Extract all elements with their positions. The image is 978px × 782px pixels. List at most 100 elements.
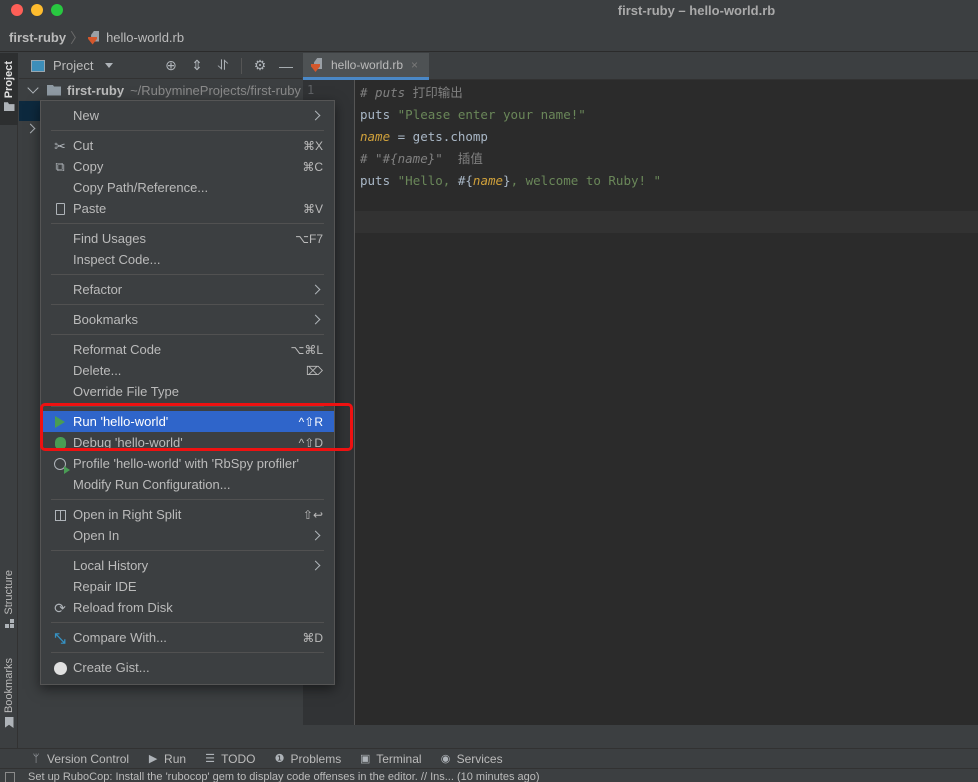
menu-item-label: Modify Run Configuration... [73, 477, 231, 492]
chevron-down-icon[interactable] [105, 63, 114, 68]
menu-item-label: Reformat Code [73, 342, 162, 357]
menu-item-paste[interactable]: Paste ⌘V [41, 198, 334, 219]
menu-item-compare-with[interactable]: ⤡ Compare With... ⌘D [41, 627, 334, 648]
vcs-icon: ᛘ [32, 752, 40, 765]
editor-tab-bar: hello-world.rb × [303, 53, 978, 80]
stripe-tab-structure[interactable]: Structure [0, 570, 18, 640]
menu-item-label: Repair IDE [73, 579, 137, 594]
menu-item-run-hello-world[interactable]: Run 'hello-world' ^⇧R [41, 411, 334, 432]
menu-separator [41, 648, 334, 657]
tab-hello-world[interactable]: hello-world.rb × [303, 53, 429, 80]
menu-item-cut[interactable]: ✂ Cut ⌘X [41, 135, 334, 156]
tool-window-terminal[interactable]: ▣ Terminal [359, 751, 422, 766]
code-token-str: "Hello, [397, 173, 458, 188]
code-content[interactable]: # puts 打印输出 puts "Please enter your name!… [360, 82, 661, 192]
code-editor[interactable]: 1 # puts 打印输出 puts "Please enter your nam… [303, 80, 978, 725]
code-token-comment-cjk: 插值 [457, 151, 483, 166]
menu-item-inspect-code[interactable]: Inspect Code... [41, 249, 334, 270]
compare-icon: ⤡ [54, 629, 66, 646]
menu-item-shortcut: ⌘D [302, 630, 323, 645]
structure-icon [4, 618, 14, 628]
tool-window-run[interactable]: ▶ Run [147, 752, 186, 766]
problems-icon: ❶ [274, 753, 285, 765]
gear-icon[interactable]: ⚙ [252, 57, 268, 74]
tool-window-problems[interactable]: ❶ Problems [274, 752, 342, 766]
tab-label: hello-world.rb [331, 58, 404, 72]
menu-item-repair-ide[interactable]: Repair IDE [41, 576, 334, 597]
menu-item-bookmarks[interactable]: Bookmarks [41, 309, 334, 330]
tool-window-todo[interactable]: ☰ TODO [204, 752, 255, 766]
menu-item-refactor[interactable]: Refactor [41, 279, 334, 300]
scissors-icon: ✂ [54, 137, 66, 154]
chevron-right-icon [310, 560, 321, 571]
stripe-tab-project[interactable]: Project [0, 53, 18, 125]
tool-window-label: Problems [290, 751, 342, 766]
expand-all-icon[interactable]: ⇕ [189, 57, 205, 74]
menu-item-reformat-code[interactable]: Reformat Code ⌥⌘L [41, 339, 334, 360]
run-icon: ▶ [148, 753, 158, 765]
status-bar: Set up RuboCop: Install the 'rubocop' ge… [0, 768, 978, 782]
project-view-icon [31, 59, 45, 72]
menu-item-modify-run-configuration[interactable]: Modify Run Configuration... [41, 474, 334, 495]
code-line[interactable]: puts "Hello, #{name}, welcome to Ruby! " [360, 170, 661, 192]
copy-icon: ⧉ [55, 159, 65, 174]
menu-item-profile-hello-world-with-rbspy-profiler[interactable]: Profile 'hello-world' with 'RbSpy profil… [41, 453, 334, 474]
menu-item-label: Paste [73, 201, 107, 216]
menu-item-label: Override File Type [73, 384, 179, 399]
code-token-plain: } [503, 173, 511, 188]
menu-item-label: Bookmarks [73, 312, 139, 327]
breadcrumb: first-ruby 〉 hello-world.rb [0, 24, 978, 52]
close-icon[interactable]: × [411, 58, 418, 72]
menu-item-shortcut: ⌘V [302, 201, 323, 216]
menu-item-debug-hello-world[interactable]: Debug 'hello-world' ^⇧D [41, 432, 334, 453]
menu-item-delete[interactable]: Delete... ⌦ [41, 360, 334, 381]
menu-item-open-in-right-split[interactable]: Open in Right Split ⇧↩ [41, 504, 334, 525]
hide-icon[interactable]: — [278, 58, 294, 74]
menu-item-copy[interactable]: ⧉ Copy ⌘C [41, 156, 334, 177]
breadcrumb-file[interactable]: hello-world.rb [106, 30, 184, 45]
code-token-comment-cjk: 打印输出 [412, 85, 463, 100]
menu-item-new[interactable]: New [41, 105, 334, 126]
chevron-down-icon[interactable] [27, 82, 39, 94]
chevron-right-icon[interactable] [25, 123, 36, 134]
status-message[interactable]: Set up RuboCop: Install the 'rubocop' ge… [28, 771, 540, 782]
context-menu: New ✂ Cut ⌘X ⧉ Copy ⌘C Copy Path/Reference... Pa… [40, 100, 335, 685]
menu-item-open-in[interactable]: Open In [41, 525, 334, 546]
paste-icon [52, 201, 68, 217]
tool-window-services[interactable]: ◉ Services [440, 752, 503, 766]
profile-icon [52, 456, 70, 474]
breadcrumb-project[interactable]: first-ruby [9, 30, 66, 45]
menu-item-label: Inspect Code... [73, 252, 161, 267]
stripe-tab-bookmarks[interactable]: Bookmarks [0, 658, 18, 738]
tree-root-item[interactable]: first-ruby ~/RubymineProjects/first-ruby [19, 79, 302, 101]
menu-item-copy-path-reference[interactable]: Copy Path/Reference... [41, 177, 334, 198]
tool-window-label: Terminal [376, 751, 422, 766]
code-line[interactable]: puts "Please enter your name!" [360, 104, 661, 126]
stripe-tab-label: Bookmarks [3, 658, 15, 714]
left-tool-stripe: Project Structure Bookmarks [0, 53, 18, 748]
debug-icon [52, 435, 68, 451]
code-line[interactable]: name = gets.chomp [360, 126, 661, 148]
menu-item-reload-from-disk[interactable]: ⟳ Reload from Disk [41, 597, 334, 618]
toggle-tool-windows-icon[interactable] [5, 772, 15, 782]
tree-selected-row[interactable] [19, 101, 41, 121]
tool-window-bar: ᛘ Version Control ▶ Run ☰ TODO ❶ Problems ▣ Termi… [0, 748, 978, 768]
menu-separator [41, 270, 334, 279]
toolbar-separator [241, 57, 242, 74]
code-token-plain: #{ [457, 173, 473, 188]
code-line[interactable]: # "#{name}" 插值 [360, 148, 661, 170]
tool-window-version-control[interactable]: ᛘ Version Control [30, 752, 129, 766]
code-line[interactable]: # puts 打印输出 [360, 82, 661, 104]
stripe-tab-label: Structure [3, 570, 15, 615]
menu-item-local-history[interactable]: Local History [41, 555, 334, 576]
menu-item-override-file-type[interactable]: Override File Type [41, 381, 334, 402]
menu-item-find-usages[interactable]: Find Usages ⌥F7 [41, 228, 334, 249]
locate-icon[interactable]: ⊕ [163, 57, 179, 74]
menu-separator [41, 546, 334, 555]
collapse-all-icon[interactable]: ⥯ [215, 57, 231, 74]
code-token-comment: # "#{name}" [360, 151, 458, 166]
project-view-selector[interactable]: Project [53, 58, 93, 73]
menu-item-create-gist[interactable]: Create Gist... [41, 657, 334, 678]
menu-item-label: Open in Right Split [73, 507, 182, 522]
menu-item-label: New [73, 108, 100, 123]
